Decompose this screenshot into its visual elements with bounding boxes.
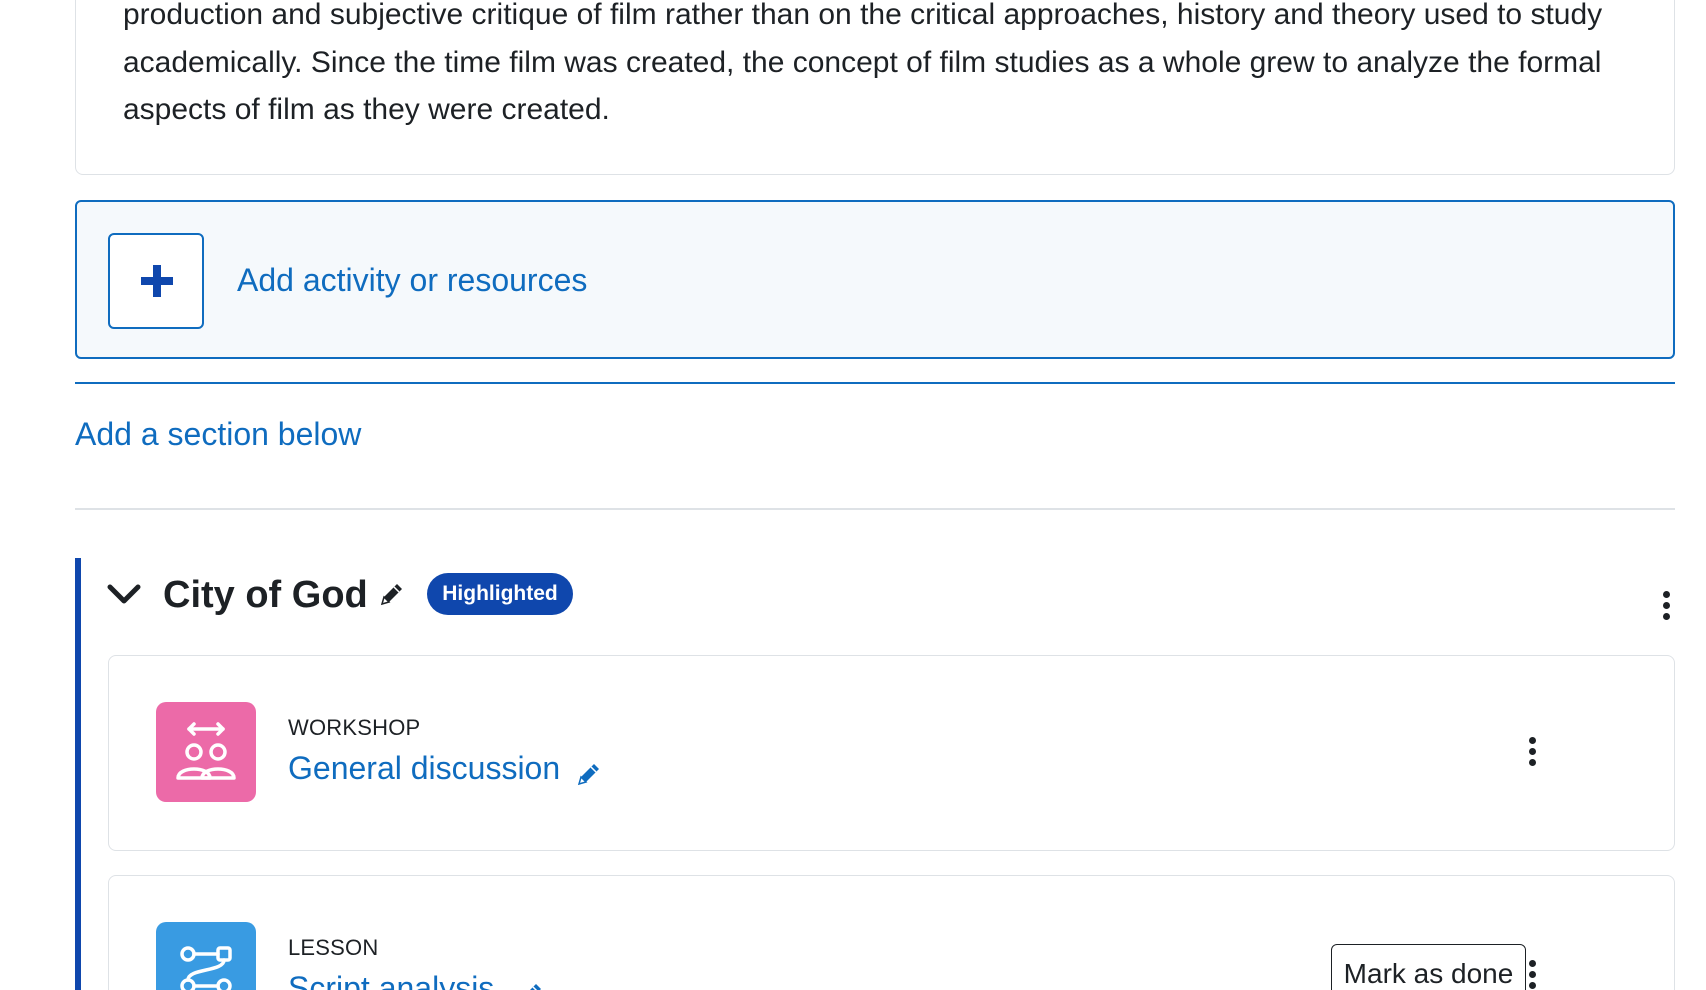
activity-type-label: WORKSHOP bbox=[288, 715, 421, 740]
workshop-icon bbox=[156, 702, 256, 802]
activity-actions-menu-icon[interactable] bbox=[1522, 735, 1542, 769]
divider bbox=[75, 508, 1675, 510]
pencil-icon[interactable] bbox=[575, 760, 603, 788]
section-title: City of God bbox=[163, 574, 368, 616]
chevron-down-icon[interactable] bbox=[104, 578, 144, 610]
activity-card: WORKSHOP General discussion bbox=[108, 655, 1675, 851]
section-divider bbox=[75, 382, 1675, 384]
activity-type-label: LESSON bbox=[288, 935, 379, 960]
activity-name-link[interactable]: General discussion bbox=[288, 748, 560, 788]
add-activity-label: Add activity or resources bbox=[237, 262, 588, 298]
lesson-icon bbox=[156, 922, 256, 990]
add-section-below-link[interactable]: Add a section below bbox=[75, 414, 361, 454]
add-activity-button[interactable]: Add activity or resources bbox=[75, 200, 1675, 359]
activity-name-link[interactable]: Script analysis bbox=[288, 968, 494, 990]
mark-as-done-button[interactable]: Mark as done bbox=[1331, 944, 1526, 990]
activity-card: LESSON Script analysis Mark as done bbox=[108, 875, 1675, 990]
pencil-icon[interactable] bbox=[517, 980, 545, 990]
course-page: production and subjective critique of fi… bbox=[0, 0, 1706, 990]
section-actions-menu-icon[interactable] bbox=[1656, 589, 1676, 623]
highlighted-badge: Highlighted bbox=[427, 573, 573, 615]
section-summary-text: production and subjective critique of fi… bbox=[123, 0, 1603, 126]
pencil-icon[interactable] bbox=[378, 580, 406, 608]
highlight-bar bbox=[75, 558, 81, 990]
activity-actions-menu-icon[interactable] bbox=[1522, 958, 1542, 990]
section-summary-box: production and subjective critique of fi… bbox=[75, 0, 1675, 175]
plus-icon bbox=[108, 233, 204, 329]
